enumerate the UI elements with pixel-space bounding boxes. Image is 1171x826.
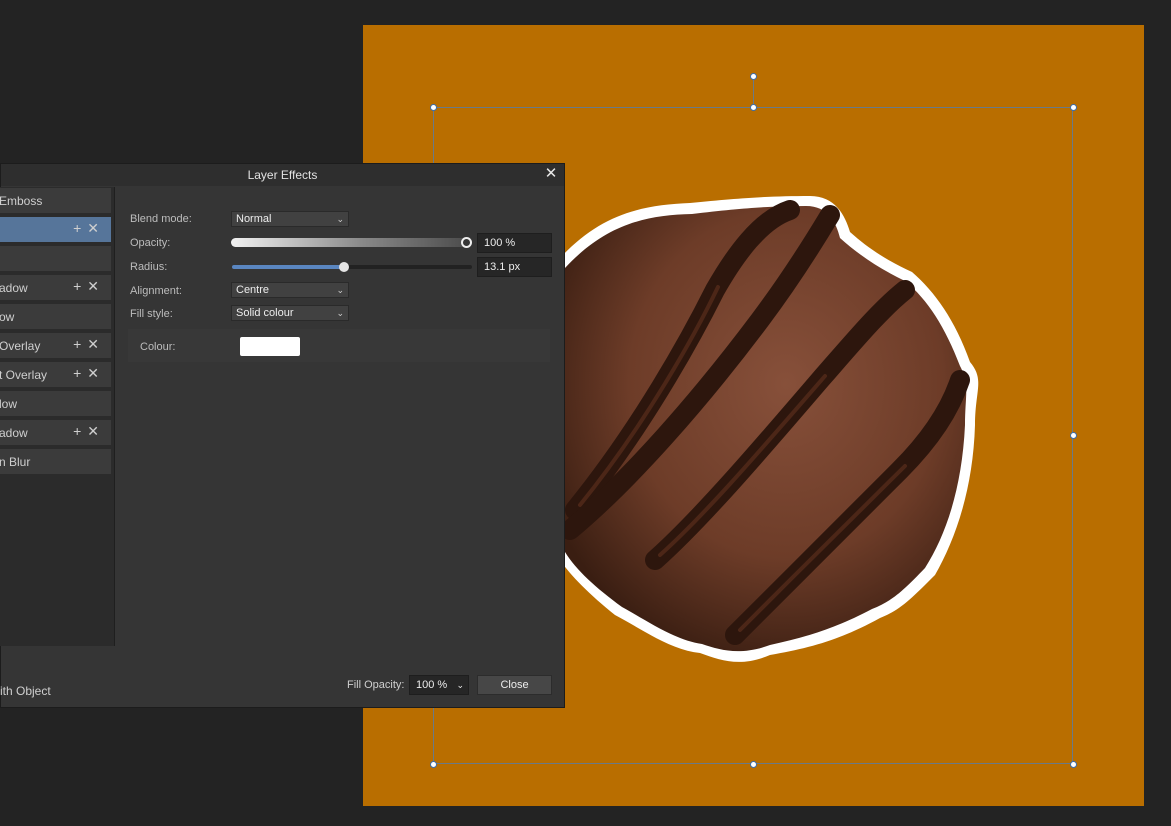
radius-field[interactable]: 13.1 px bbox=[477, 257, 552, 277]
radius-label: Radius: bbox=[130, 261, 168, 273]
effect-actions[interactable]: +✕ bbox=[73, 278, 105, 295]
alignment-dropdown[interactable]: Centre ⌄ bbox=[231, 282, 349, 298]
x-icon[interactable]: ✕ bbox=[87, 278, 105, 294]
effect-item-overlay[interactable]: Overlay +✕ bbox=[0, 333, 111, 359]
plus-icon[interactable]: + bbox=[73, 278, 87, 294]
colour-panel bbox=[128, 329, 550, 362]
chevron-down-icon: ⌄ bbox=[456, 680, 464, 690]
selection-handle-bottom[interactable] bbox=[750, 761, 757, 768]
blend-mode-dropdown[interactable]: Normal ⌄ bbox=[231, 211, 349, 227]
dialog-titlebar[interactable]: Layer Effects ✕ bbox=[1, 164, 564, 186]
selection-handle-bottom-left[interactable] bbox=[430, 761, 437, 768]
plus-icon[interactable]: + bbox=[73, 220, 87, 236]
colour-swatch[interactable] bbox=[240, 337, 300, 356]
effect-label: n Blur bbox=[0, 455, 31, 469]
rotation-handle-stem bbox=[753, 80, 754, 107]
radius-slider-handle[interactable] bbox=[339, 262, 349, 272]
effect-item-inner-glow[interactable]: low bbox=[0, 391, 111, 417]
x-icon[interactable]: ✕ bbox=[87, 423, 105, 439]
effect-item-outline-selected[interactable]: +✕ bbox=[0, 217, 111, 243]
effect-item-shadow[interactable]: adow +✕ bbox=[0, 275, 111, 301]
effect-actions[interactable]: +✕ bbox=[73, 365, 105, 382]
opacity-slider-track[interactable] bbox=[231, 238, 467, 247]
fill-style-label: Fill style: bbox=[130, 308, 173, 320]
fill-opacity-dropdown[interactable]: 100 % ⌄ bbox=[409, 675, 469, 695]
effect-actions[interactable]: +✕ bbox=[73, 423, 105, 440]
selection-handle-top[interactable] bbox=[750, 104, 757, 111]
chevron-down-icon: ⌄ bbox=[336, 285, 344, 295]
x-icon[interactable]: ✕ bbox=[87, 365, 105, 381]
dialog-title: Layer Effects bbox=[247, 168, 318, 182]
selection-handle-right[interactable] bbox=[1070, 432, 1077, 439]
x-icon[interactable]: ✕ bbox=[87, 220, 105, 236]
effect-item-gaussian-blur[interactable]: n Blur bbox=[0, 449, 111, 475]
fill-opacity-label: Fill Opacity: bbox=[347, 679, 405, 691]
effect-item-blank[interactable] bbox=[0, 246, 111, 272]
opacity-label: Opacity: bbox=[130, 237, 171, 249]
effect-item-inner-shadow[interactable]: adow +✕ bbox=[0, 420, 111, 446]
effect-actions[interactable]: +✕ bbox=[73, 336, 105, 353]
layer-with-object-option[interactable]: ith Object bbox=[0, 684, 51, 698]
fill-style-dropdown[interactable]: Solid colour ⌄ bbox=[231, 305, 349, 321]
effect-label: ow bbox=[0, 310, 15, 324]
colour-label: Colour: bbox=[140, 341, 176, 353]
effect-actions[interactable]: +✕ bbox=[73, 220, 105, 237]
effect-label: low bbox=[0, 397, 18, 411]
selection-handle-top-right[interactable] bbox=[1070, 104, 1077, 111]
chevron-down-icon: ⌄ bbox=[336, 308, 344, 318]
effect-label: adow bbox=[0, 281, 28, 295]
selection-handle-bottom-right[interactable] bbox=[1070, 761, 1077, 768]
radius-slider-fill bbox=[232, 265, 344, 269]
effect-item-emboss[interactable]: Emboss bbox=[0, 188, 111, 214]
close-icon[interactable]: ✕ bbox=[542, 165, 560, 183]
plus-icon[interactable]: + bbox=[73, 365, 87, 381]
close-button[interactable]: Close bbox=[477, 675, 552, 695]
effect-label: Emboss bbox=[0, 194, 43, 208]
plus-icon[interactable]: + bbox=[73, 336, 87, 352]
rotation-handle[interactable] bbox=[750, 73, 757, 80]
effect-item-gradient-overlay[interactable]: t Overlay +✕ bbox=[0, 362, 111, 388]
alignment-value: Centre bbox=[236, 284, 270, 296]
fill-opacity-value: 100 % bbox=[416, 679, 448, 691]
effect-label: adow bbox=[0, 426, 28, 440]
effects-list: Emboss +✕ adow +✕ ow Overlay +✕ t Overla… bbox=[0, 187, 115, 646]
opacity-slider-handle[interactable] bbox=[461, 237, 472, 248]
blend-mode-label: Blend mode: bbox=[130, 213, 192, 225]
effect-label: Overlay bbox=[0, 339, 41, 353]
alignment-label: Alignment: bbox=[130, 285, 182, 297]
plus-icon[interactable]: + bbox=[73, 423, 87, 439]
x-icon[interactable]: ✕ bbox=[87, 336, 105, 352]
chevron-down-icon: ⌄ bbox=[336, 214, 344, 224]
effect-item-glow[interactable]: ow bbox=[0, 304, 111, 330]
effect-label: t Overlay bbox=[0, 368, 48, 382]
blend-mode-value: Normal bbox=[236, 213, 272, 225]
opacity-field[interactable]: 100 % bbox=[477, 233, 552, 253]
fill-style-value: Solid colour bbox=[236, 307, 294, 319]
selection-handle-top-left[interactable] bbox=[430, 104, 437, 111]
